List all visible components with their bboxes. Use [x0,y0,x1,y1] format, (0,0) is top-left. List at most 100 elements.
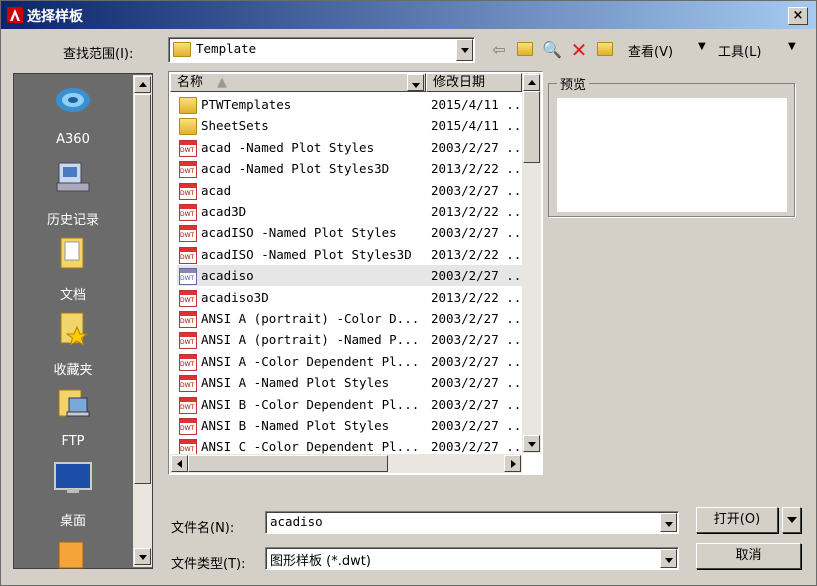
place-label: 桌面 [59,514,86,529]
place-favorites[interactable]: 收藏夹 [14,309,132,378]
title-bar[interactable]: 选择样板 × [1,1,816,29]
filename-input[interactable]: acadiso [265,511,679,534]
column-header-date[interactable]: 修改日期 [426,73,522,92]
file-row[interactable]: ANSI B -Color Dependent Pl... 2003/2/27 .… [177,394,522,415]
file-name: SheetSets [201,118,269,134]
dwt-file-icon [179,161,197,179]
dwt-file-icon [179,311,197,328]
file-row[interactable]: ANSI A -Named Plot Styles 2003/2/27 .. [177,372,522,393]
desktop-icon [54,462,92,493]
views-dropdown-icon[interactable]: ▼ [698,41,706,52]
filename-label: 文件名(N): [171,521,235,536]
file-list-hscrollbar[interactable] [170,454,522,473]
delete-icon[interactable]: ✕ [568,39,590,61]
file-date: 2013/2/22 .. [431,289,521,305]
tools-dropdown-icon[interactable]: ▼ [788,41,796,52]
file-row[interactable]: acad3D 2013/2/22 .. [177,201,522,222]
dwt-file-icon [179,204,197,221]
look-in-label: 查找范围(I): [63,47,134,62]
file-row[interactable]: acad -Named Plot Styles3D 2013/2/22 .. [177,158,522,179]
documents-icon [60,237,84,269]
file-list[interactable]: 名称 ▲ 修改日期 PTWTemplates 2015/4/11 .. SheetSe… [168,71,543,475]
dwt-file-icon [179,396,197,414]
file-name: acadISO -Named Plot Styles3D [201,246,412,262]
dwt-file-icon [179,268,197,286]
close-button[interactable]: × [788,7,808,25]
place-more[interactable] [14,534,132,574]
file-row[interactable]: ANSI A -Color Dependent Pl... 2003/2/27 .… [177,351,522,372]
dwt-file-icon [179,353,197,371]
search-web-icon[interactable]: 🔍 [541,39,563,61]
place-history[interactable]: 历史记录 [14,159,132,228]
preview-group: 预览 [548,74,795,217]
folder-icon [58,541,84,569]
filename-dropdown-button[interactable] [660,513,677,532]
sort-arrow-icon: ▲ [217,75,228,90]
file-row[interactable]: acadiso 2003/2/27 .. [177,265,522,287]
file-row[interactable]: ANSI A (portrait) -Named P... 2003/2/27 .… [177,329,522,350]
open-button[interactable]: 打开(O) [696,507,778,533]
places-scrollbar[interactable] [133,75,152,567]
scroll-up-button[interactable] [523,74,540,91]
views-menu[interactable]: 查看(V) [628,41,673,60]
column-name-label: 名称 [177,75,204,90]
tools-menu[interactable]: 工具(L) [718,41,761,60]
file-list-vscrollbar[interactable] [522,73,541,453]
file-date: 2013/2/22 .. [431,246,521,262]
place-a360[interactable]: A360 [14,82,132,147]
ftp-icon [58,389,90,417]
file-row[interactable]: ANSI B -Named Plot Styles 2003/2/27 .. [177,415,522,436]
file-name: acad3D [201,204,247,219]
file-name: ANSI B -Named Plot Styles [201,418,390,433]
look-in-dropdown-button[interactable] [456,39,473,61]
folder-icon [179,97,197,114]
dwt-file-icon [179,225,197,243]
filetype-select[interactable]: 图形样板 (*.dwt) [265,547,679,570]
file-name: ANSI A (portrait) -Color D... [201,311,420,326]
new-folder-icon[interactable] [594,39,616,61]
scroll-right-button[interactable] [504,455,521,472]
file-row[interactable]: acad -Named Plot Styles 2003/2/27 .. [177,137,522,158]
cancel-button[interactable]: 取消 [696,543,801,569]
file-row[interactable]: acad 2003/2/27 .. [177,180,522,201]
file-name: ANSI A (portrait) -Named P... [201,332,420,348]
place-label: A360 [56,132,90,147]
scroll-down-button[interactable] [523,435,540,452]
autocad-logo-icon [7,7,23,23]
scroll-up-button[interactable] [134,76,151,93]
file-row[interactable]: ANSI A (portrait) -Color D... 2003/2/27 .… [177,308,522,329]
name-column-dropdown[interactable] [407,74,424,91]
file-name: acad -Named Plot Styles3D [201,161,390,177]
file-name: ANSI B -Color Dependent Pl... [201,396,420,412]
file-row[interactable]: acadISO -Named Plot Styles3D 2013/2/22 .. [177,244,522,265]
favorites-icon [60,312,89,347]
file-row[interactable]: acadiso3D 2013/2/22 .. [177,287,522,308]
up-folder-icon[interactable] [514,39,536,61]
filetype-dropdown-button[interactable] [660,549,677,568]
file-name: acadISO -Named Plot Styles [201,225,397,241]
dwt-file-icon [179,332,197,350]
open-options-button[interactable] [782,507,801,533]
folder-icon [179,118,197,136]
file-name: acad -Named Plot Styles [201,139,375,155]
place-desktop[interactable]: 桌面 [14,460,132,529]
place-ftp[interactable]: FTP [14,384,132,449]
file-row[interactable]: SheetSets 2015/4/11 .. [177,115,522,136]
scroll-left-button[interactable] [171,455,188,472]
file-row[interactable]: acadISO -Named Plot Styles 2003/2/27 .. [177,222,522,243]
column-header-name[interactable]: 名称 ▲ [170,73,426,92]
scroll-thumb[interactable] [134,94,151,484]
scroll-down-button[interactable] [134,548,151,565]
file-date: 2013/2/22 .. [431,204,521,219]
scroll-thumb[interactable] [188,455,388,472]
scroll-thumb[interactable] [523,91,540,163]
place-documents[interactable]: 文档 [14,234,132,303]
window-title: 选择样板 [27,9,83,25]
back-icon[interactable]: ⇦ [488,39,510,61]
places-bar: A360 历史记录 文档 收藏夹 FTP 桌面 [13,73,153,569]
file-row[interactable]: PTWTemplates 2015/4/11 .. [177,94,522,115]
file-name: acadiso [201,268,254,284]
look-in-combo[interactable]: Template [168,37,475,63]
folder-icon [173,42,191,57]
select-template-dialog: 选择样板 × 查找范围(I): Template ⇦ 🔍 ✕ 查看(V) ▼ 工… [0,0,817,586]
